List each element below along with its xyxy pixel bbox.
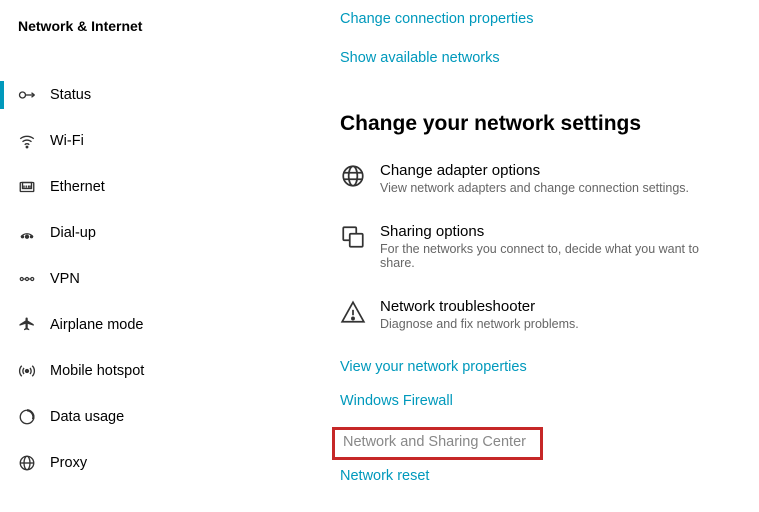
option-text: Change adapter options View network adap… — [380, 162, 689, 195]
option-text: Sharing options For the networks you con… — [380, 223, 729, 270]
sidebar: Network & Internet Status Wi-Fi Ethernet… — [0, 0, 325, 512]
vpn-icon — [18, 270, 36, 288]
sidebar-item-label: Proxy — [50, 455, 87, 471]
link-firewall[interactable]: Windows Firewall — [340, 393, 729, 409]
wifi-icon — [18, 132, 36, 150]
sidebar-item-hotspot[interactable]: Mobile hotspot — [0, 348, 325, 394]
option-title: Change adapter options — [380, 162, 689, 179]
sidebar-item-airplane[interactable]: Airplane mode — [0, 302, 325, 348]
option-sharing[interactable]: Sharing options For the networks you con… — [340, 223, 729, 270]
hotspot-icon — [18, 362, 36, 380]
data-usage-icon — [18, 408, 36, 426]
option-desc: For the networks you connect to, decide … — [380, 242, 729, 270]
sidebar-item-label: Wi-Fi — [50, 133, 84, 149]
sidebar-item-vpn[interactable]: VPN — [0, 256, 325, 302]
sidebar-item-label: Ethernet — [50, 179, 105, 195]
option-troubleshoot[interactable]: Network troubleshooter Diagnose and fix … — [340, 298, 729, 331]
sidebar-item-proxy[interactable]: Proxy — [0, 440, 325, 486]
airplane-icon — [18, 316, 36, 334]
option-title: Network troubleshooter — [380, 298, 579, 315]
sharing-icon — [340, 224, 366, 250]
sidebar-item-dialup[interactable]: Dial-up — [0, 210, 325, 256]
sidebar-item-datausage[interactable]: Data usage — [0, 394, 325, 440]
sidebar-item-label: VPN — [50, 271, 80, 287]
option-text: Network troubleshooter Diagnose and fix … — [380, 298, 579, 331]
option-desc: Diagnose and fix network problems. — [380, 317, 579, 331]
sidebar-item-label: Dial-up — [50, 225, 96, 241]
highlight-box: Network and Sharing Center — [332, 427, 543, 460]
sidebar-items: Status Wi-Fi Ethernet Dial-up VPN — [0, 72, 325, 486]
link-network-properties[interactable]: View your network properties — [340, 359, 729, 375]
status-icon — [18, 86, 36, 104]
sidebar-item-label: Airplane mode — [50, 317, 144, 333]
bottom-links: View your network properties Windows Fir… — [340, 359, 729, 484]
ethernet-icon — [18, 178, 36, 196]
link-connection-properties[interactable]: Change connection properties — [340, 11, 533, 27]
link-sharing-center[interactable]: Network and Sharing Center — [343, 434, 526, 450]
sidebar-item-label: Data usage — [50, 409, 124, 425]
dialup-icon — [18, 224, 36, 242]
section-title: Change your network settings — [340, 112, 729, 136]
sidebar-item-ethernet[interactable]: Ethernet — [0, 164, 325, 210]
link-network-reset[interactable]: Network reset — [340, 468, 729, 484]
option-title: Sharing options — [380, 223, 729, 240]
link-available-networks[interactable]: Show available networks — [340, 50, 500, 66]
option-adapter[interactable]: Change adapter options View network adap… — [340, 162, 729, 195]
adapter-icon — [340, 163, 366, 189]
sidebar-item-status[interactable]: Status — [0, 72, 325, 118]
main-content: Change connection properties Show availa… — [325, 0, 759, 512]
sidebar-item-label: Mobile hotspot — [50, 363, 144, 379]
warning-icon — [340, 299, 366, 325]
option-desc: View network adapters and change connect… — [380, 181, 689, 195]
proxy-icon — [18, 454, 36, 472]
sidebar-item-wifi[interactable]: Wi-Fi — [0, 118, 325, 164]
sidebar-title: Network & Internet — [0, 8, 325, 44]
sidebar-item-label: Status — [50, 87, 91, 103]
